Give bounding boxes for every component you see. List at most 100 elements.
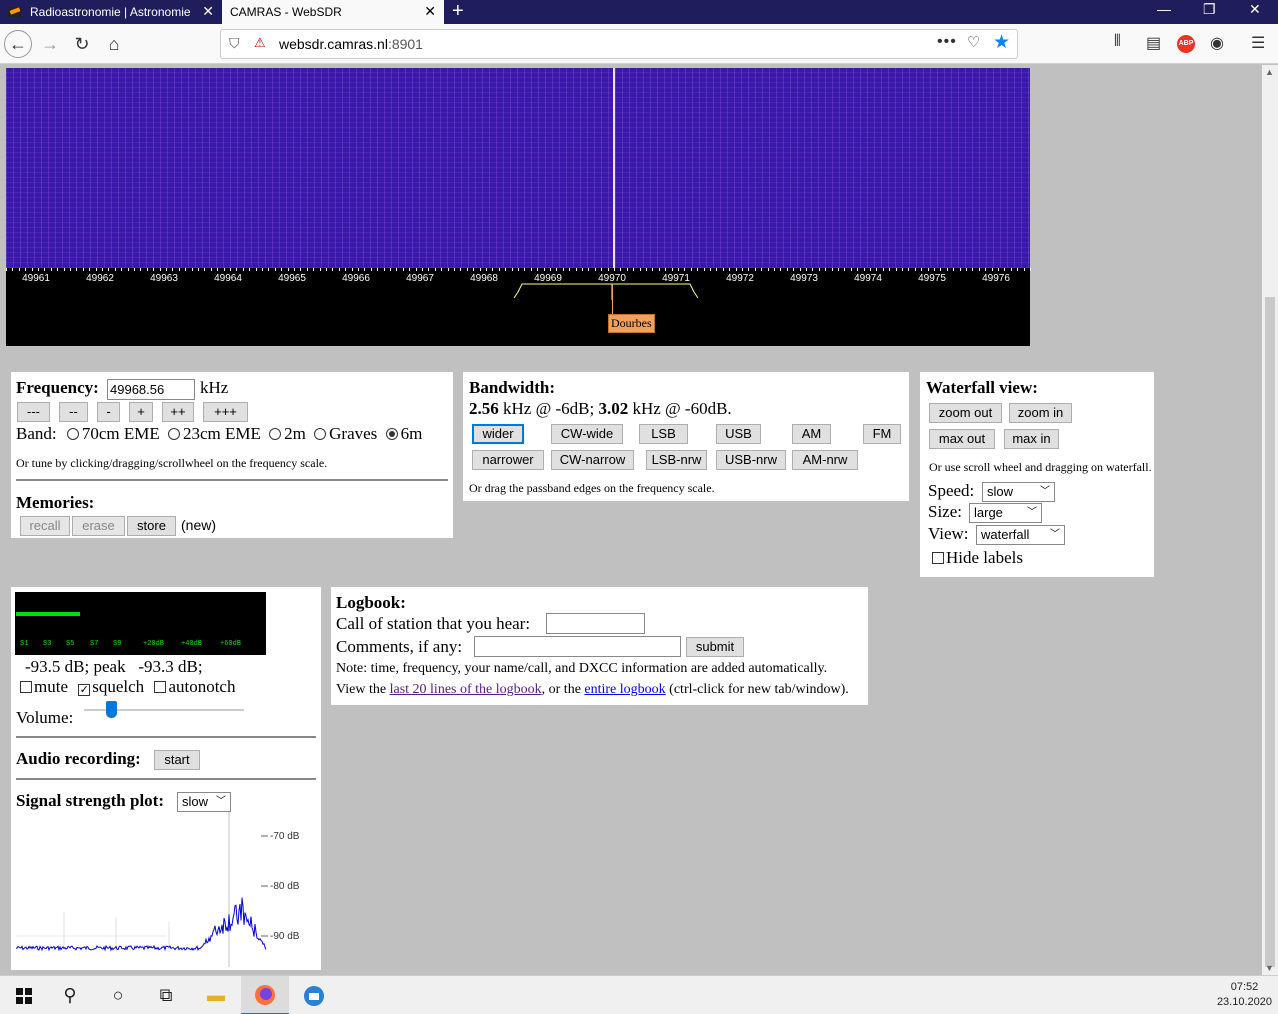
radio-icon[interactable] bbox=[269, 428, 282, 440]
memories-heading: Memories: bbox=[16, 493, 95, 512]
radio-icon[interactable] bbox=[168, 428, 181, 440]
hide-labels-option[interactable]: Hide labels bbox=[932, 548, 1023, 568]
last-20-lines-link[interactable]: last 20 lines of the logbook bbox=[390, 682, 542, 697]
insecure-lock-icon[interactable]: ⚠ bbox=[254, 35, 268, 51]
band-option-2m[interactable]: 2m bbox=[269, 424, 306, 443]
step-plus-1-button[interactable]: + bbox=[129, 402, 153, 422]
frequency-input[interactable] bbox=[107, 379, 195, 400]
window-close-icon[interactable]: ✕ bbox=[1249, 0, 1261, 18]
file-explorer-icon[interactable]: ▬ bbox=[192, 976, 240, 1014]
frequency-scale[interactable]: 49961 49962 49963 49964 49965 49966 49967 49968… bbox=[6, 268, 1031, 346]
scroll-down-icon[interactable]: ▼ bbox=[1265, 963, 1274, 973]
tab-camras-websdr[interactable]: CAMRAS - WebSDR ✕ bbox=[222, 0, 444, 24]
max-in-button[interactable]: max in bbox=[1004, 429, 1059, 449]
scale-tick bbox=[832, 268, 833, 271]
checkbox-icon[interactable] bbox=[154, 681, 167, 693]
checkbox-checked-icon[interactable]: ✓ bbox=[78, 684, 91, 696]
minimize-icon[interactable]: — bbox=[1157, 0, 1171, 18]
plot-speed-select[interactable]: slow ﹀ bbox=[177, 792, 231, 812]
back-arrow-icon[interactable]: ← bbox=[4, 30, 32, 58]
step-plus-3-button[interactable]: +++ bbox=[203, 402, 248, 422]
thunderbird-icon[interactable] bbox=[290, 976, 338, 1014]
step-plus-2-button[interactable]: ++ bbox=[162, 402, 194, 422]
checkbox-icon[interactable] bbox=[932, 552, 944, 564]
view-select[interactable]: waterfall ﹀ bbox=[976, 525, 1065, 545]
cortana-icon[interactable]: ○ bbox=[94, 976, 142, 1014]
am-narrow-button[interactable]: AM-nrw bbox=[792, 450, 858, 470]
scale-tick bbox=[761, 268, 762, 271]
bandwidth-readout: 2.56 kHz @ -6dB; 3.02 kHz @ -60dB. bbox=[469, 399, 732, 418]
radio-selected-icon[interactable] bbox=[385, 428, 398, 440]
recall-button[interactable]: recall bbox=[20, 516, 70, 536]
shield-icon[interactable]: ⛉ bbox=[229, 35, 240, 52]
pocket-icon[interactable]: ♡ bbox=[967, 33, 980, 51]
erase-button[interactable]: erase bbox=[72, 516, 125, 536]
comments-input[interactable] bbox=[474, 636, 681, 657]
sidebar-icon[interactable]: ▤ bbox=[1146, 33, 1161, 53]
page-scrollbar[interactable]: ▲ ▼ bbox=[1262, 65, 1278, 975]
passband-indicator[interactable] bbox=[512, 282, 698, 300]
lsb-button[interactable]: LSB bbox=[639, 424, 688, 444]
system-clock[interactable]: 07:52 23.10.2020 bbox=[1217, 980, 1272, 1010]
speed-select[interactable]: slow ﹀ bbox=[982, 482, 1055, 502]
radio-icon[interactable] bbox=[314, 428, 327, 440]
autonotch-option[interactable]: autonotch bbox=[154, 677, 235, 696]
search-icon[interactable]: ⚲ bbox=[46, 976, 94, 1014]
entire-logbook-link[interactable]: entire logbook bbox=[584, 682, 665, 697]
s-meter: S1 S3 S5 S7 S9 +20dB +40dB +60dB bbox=[15, 592, 266, 655]
store-button[interactable]: store bbox=[127, 516, 176, 536]
library-icon[interactable]: ⫴ bbox=[1114, 33, 1121, 51]
call-input[interactable] bbox=[546, 613, 645, 634]
menu-icon[interactable]: ☰ bbox=[1251, 33, 1265, 53]
step-minus-1-button[interactable]: - bbox=[97, 402, 120, 422]
size-select[interactable]: large ﹀ bbox=[969, 503, 1042, 523]
adblock-plus-icon[interactable]: ABP bbox=[1177, 35, 1195, 53]
restore-icon[interactable]: ❐ bbox=[1203, 0, 1216, 18]
checkbox-icon[interactable] bbox=[20, 681, 32, 693]
band-option-70cm[interactable]: 70cm EME bbox=[66, 424, 160, 443]
submit-button[interactable]: submit bbox=[686, 637, 744, 657]
step-minus-3-button[interactable]: --- bbox=[17, 402, 50, 422]
band-option-6m[interactable]: 6m bbox=[385, 424, 422, 443]
am-button[interactable]: AM bbox=[792, 424, 831, 444]
windows-start-icon[interactable] bbox=[0, 976, 48, 1014]
account-icon[interactable]: ◉ bbox=[1210, 33, 1224, 53]
fm-button[interactable]: FM bbox=[863, 424, 901, 444]
s-meter-tick: +20dB bbox=[143, 640, 165, 648]
more-options-icon[interactable]: ••• bbox=[937, 33, 957, 51]
usb-narrow-button[interactable]: USB-nrw bbox=[716, 450, 786, 470]
mute-option[interactable]: mute bbox=[20, 677, 68, 696]
squelch-option[interactable]: ✓ squelch bbox=[78, 677, 144, 696]
radio-icon[interactable] bbox=[66, 428, 79, 440]
station-label-dourbes[interactable]: Dourbes bbox=[608, 314, 655, 333]
cw-wide-button[interactable]: CW-wide bbox=[551, 424, 623, 444]
tab-radioastronomie[interactable]: Radioastronomie | Astronomie ✕ bbox=[0, 0, 222, 24]
max-out-button[interactable]: max out bbox=[929, 429, 995, 449]
zoom-in-button[interactable]: zoom in bbox=[1009, 403, 1072, 423]
narrower-button[interactable]: narrower bbox=[472, 450, 544, 470]
step-minus-2-button[interactable]: -- bbox=[59, 402, 88, 422]
home-icon[interactable]: ⌂ bbox=[100, 30, 128, 58]
lsb-narrow-button[interactable]: LSB-nrw bbox=[646, 450, 707, 470]
usb-button[interactable]: USB bbox=[716, 424, 761, 444]
start-recording-button[interactable]: start bbox=[154, 750, 200, 770]
forward-arrow-icon[interactable]: → bbox=[36, 30, 64, 58]
band-option-graves[interactable]: Graves bbox=[314, 424, 377, 443]
frequency-panel: Frequency: kHz --- -- - + ++ +++ Band: 7… bbox=[11, 372, 453, 538]
url-bar[interactable]: ⛉ ⚠ websdr.camras.nl:8901 ••• ♡ ★ bbox=[220, 29, 1018, 59]
wider-button[interactable]: wider bbox=[472, 424, 524, 444]
waterfall-display[interactable] bbox=[6, 68, 1030, 268]
close-icon[interactable]: ✕ bbox=[424, 3, 436, 20]
cw-narrow-button[interactable]: CW-narrow bbox=[551, 450, 634, 470]
new-tab-icon[interactable]: + bbox=[452, 0, 464, 22]
scroll-up-icon[interactable]: ▲ bbox=[1265, 67, 1274, 77]
volume-slider-handle[interactable] bbox=[106, 701, 117, 718]
task-view-icon[interactable]: ⧉ bbox=[142, 976, 190, 1014]
close-icon[interactable]: ✕ bbox=[202, 3, 214, 20]
scrollbar-thumb[interactable] bbox=[1265, 297, 1275, 967]
bookmark-star-icon[interactable]: ★ bbox=[993, 31, 1010, 54]
firefox-icon[interactable] bbox=[241, 976, 289, 1014]
reload-icon[interactable]: ↻ bbox=[68, 30, 96, 58]
zoom-out-button[interactable]: zoom out bbox=[929, 403, 1002, 423]
band-option-23cm[interactable]: 23cm EME bbox=[168, 424, 261, 443]
